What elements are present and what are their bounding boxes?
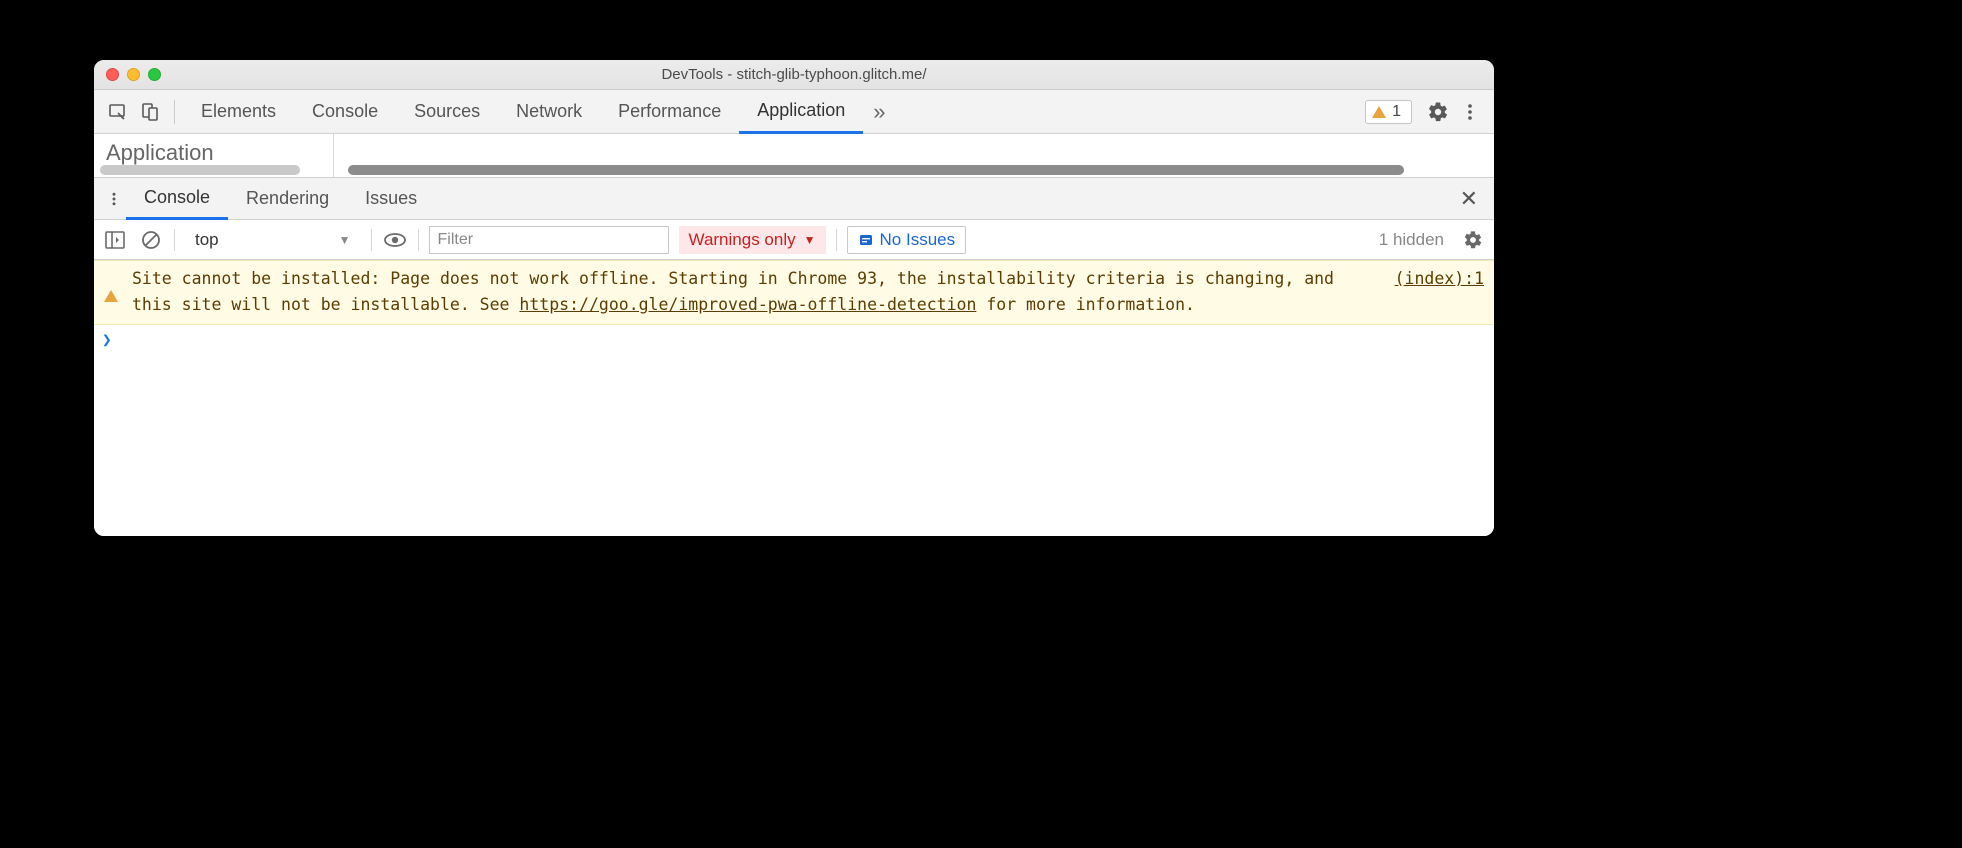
log-level-value: Warnings only	[689, 230, 796, 250]
window-title: DevTools - stitch-glib-typhoon.glitch.me…	[94, 66, 1494, 83]
close-drawer-icon[interactable]: ✕	[1452, 186, 1486, 212]
warning-text-tail: for more information.	[976, 295, 1195, 314]
show-sidebar-icon[interactable]	[102, 227, 128, 253]
settings-icon[interactable]	[1422, 96, 1454, 128]
log-level-selector[interactable]: Warnings only ▼	[679, 226, 826, 254]
tab-sources[interactable]: Sources	[396, 90, 498, 134]
console-settings-icon[interactable]	[1460, 227, 1486, 253]
devtools-window: DevTools - stitch-glib-typhoon.glitch.me…	[94, 60, 1494, 536]
tab-elements[interactable]: Elements	[183, 90, 294, 134]
chevron-down-icon: ▼	[339, 233, 351, 247]
clear-console-icon[interactable]	[138, 227, 164, 253]
warnings-badge[interactable]: 1	[1365, 100, 1412, 124]
warnings-count: 1	[1392, 103, 1401, 121]
application-sidebar[interactable]: Application	[94, 134, 334, 177]
divider	[836, 229, 837, 251]
divider	[174, 229, 175, 251]
issues-label: No Issues	[880, 230, 956, 250]
tab-application[interactable]: Application	[739, 90, 863, 134]
warning-icon	[1372, 106, 1386, 118]
tab-console[interactable]: Console	[294, 90, 396, 134]
filter-input[interactable]	[429, 226, 669, 254]
traffic-lights	[94, 68, 161, 81]
context-value: top	[195, 230, 219, 250]
hidden-count[interactable]: 1 hidden	[1379, 230, 1444, 250]
sidebar-heading: Application	[106, 140, 214, 166]
context-selector[interactable]: top ▼	[185, 230, 361, 250]
scrollbar-thumb[interactable]	[100, 165, 300, 175]
warning-icon	[104, 266, 122, 317]
minimize-window-button[interactable]	[127, 68, 140, 81]
chevron-down-icon: ▼	[804, 233, 816, 247]
live-expression-icon[interactable]	[382, 227, 408, 253]
console-toolbar: top ▼ Warnings only ▼ No Issues 1 hidden	[94, 220, 1494, 260]
divider	[418, 229, 419, 251]
console-warning-row[interactable]: Site cannot be installed: Page does not …	[94, 260, 1494, 325]
inspect-icon[interactable]	[102, 96, 134, 128]
close-window-button[interactable]	[106, 68, 119, 81]
drawer-tab-rendering[interactable]: Rendering	[228, 178, 347, 220]
application-panel: Application	[94, 134, 1494, 178]
kebab-menu-icon[interactable]	[1454, 96, 1486, 128]
issues-button[interactable]: No Issues	[847, 226, 967, 254]
drawer-kebab-icon[interactable]	[102, 191, 126, 207]
warning-message: Site cannot be installed: Page does not …	[132, 266, 1365, 317]
application-main[interactable]	[334, 134, 1494, 177]
device-toggle-icon[interactable]	[134, 96, 166, 128]
console-output: Site cannot be installed: Page does not …	[94, 260, 1494, 536]
warning-source-link[interactable]: (index):1	[1375, 266, 1484, 317]
tab-network[interactable]: Network	[498, 90, 600, 134]
drawer-tab-issues[interactable]: Issues	[347, 178, 435, 220]
main-tab-bar: Elements Console Sources Network Perform…	[94, 90, 1494, 134]
tab-performance[interactable]: Performance	[600, 90, 739, 134]
scrollbar-thumb[interactable]	[348, 165, 1404, 175]
titlebar: DevTools - stitch-glib-typhoon.glitch.me…	[94, 60, 1494, 90]
more-tabs-button[interactable]: »	[863, 90, 895, 134]
drawer-tab-console[interactable]: Console	[126, 178, 228, 220]
warning-link[interactable]: https://goo.gle/improved-pwa-offline-det…	[519, 295, 976, 314]
fullscreen-window-button[interactable]	[148, 68, 161, 81]
divider	[371, 229, 372, 251]
divider	[174, 100, 175, 124]
console-prompt[interactable]: ❯	[94, 325, 1494, 354]
drawer-tab-bar: Console Rendering Issues ✕	[94, 178, 1494, 220]
